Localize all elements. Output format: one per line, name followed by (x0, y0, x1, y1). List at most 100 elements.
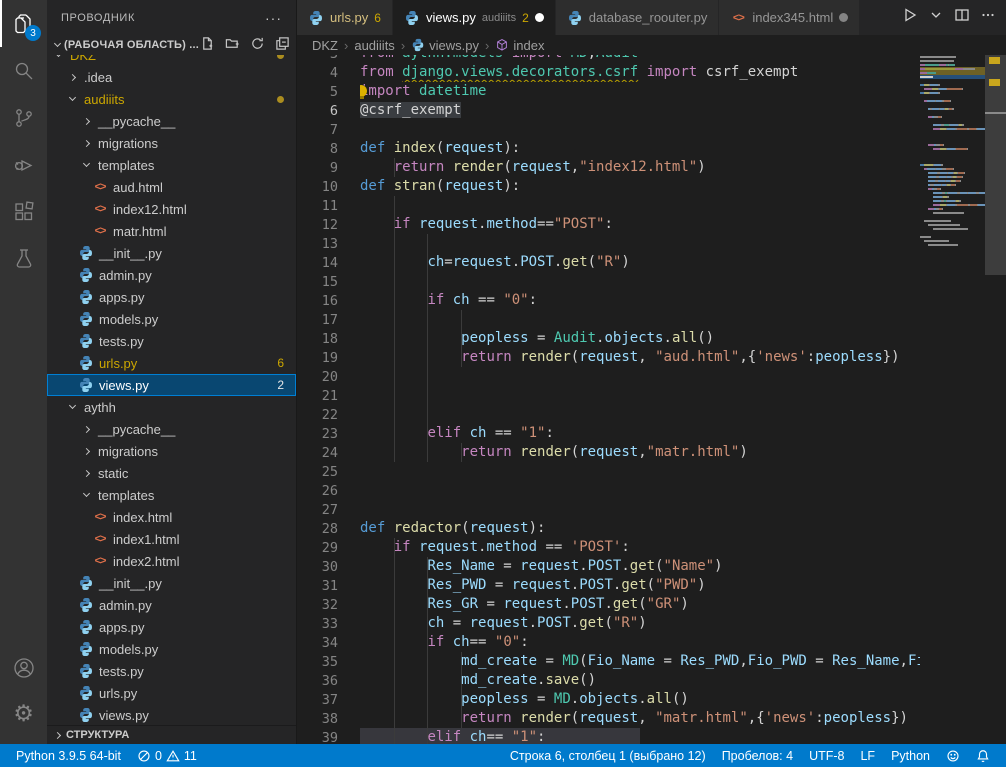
status-indentation[interactable]: Пробелов: 4 (714, 744, 801, 767)
tree-item-label: migrations (98, 136, 158, 151)
activitybar-search-icon[interactable] (0, 47, 47, 94)
code-line: 9 return render(request,"index12.html") (297, 158, 1006, 177)
collapse-all-icon[interactable] (275, 36, 290, 54)
code-line: 11 (297, 196, 1006, 215)
tree-item-apps.py[interactable]: apps.py (47, 286, 296, 308)
folder-status-dot (277, 55, 284, 59)
tree-item-views.py[interactable]: views.py (47, 704, 296, 725)
tab-label: database_roouter.py (589, 10, 708, 25)
status-problems[interactable]: 011 (129, 744, 205, 767)
tree-item-tests.py[interactable]: tests.py (47, 330, 296, 352)
tree-item-static[interactable]: static (47, 462, 296, 484)
explorer-sidebar: ПРОВОДНИК ··· (РАБОЧАЯ ОБЛАСТЬ) ... DKZ.… (47, 0, 297, 744)
run-icon[interactable] (902, 7, 918, 28)
more-icon[interactable] (980, 7, 996, 28)
status-language-mode[interactable]: Python (883, 744, 938, 767)
tree-item-index1.html[interactable]: <>index1.html (47, 528, 296, 550)
status-eol[interactable]: LF (852, 744, 883, 767)
chevron-down-icon (68, 94, 75, 101)
tree-item-audiiits[interactable]: audiiits (47, 88, 296, 110)
tab-index345.html[interactable]: <>index345.html (719, 0, 860, 35)
breadcrumb-item-views.py[interactable]: views.py (411, 38, 479, 53)
refresh-icon[interactable] (250, 36, 265, 54)
python-file-icon (78, 575, 94, 591)
tree-item-tests.py[interactable]: tests.py (47, 660, 296, 682)
tree-item-label: views.py (99, 708, 149, 723)
tree-item-aythh[interactable]: aythh (47, 396, 296, 418)
tree-item-migrations[interactable]: migrations (47, 440, 296, 462)
modified-dot-icon[interactable] (839, 13, 848, 22)
tab-urls.py[interactable]: urls.py6 (297, 0, 393, 35)
html-file-icon: <> (730, 10, 746, 26)
tree-item-label: models.py (99, 642, 158, 657)
tree-item-label: audiiits (84, 92, 124, 107)
vertical-scrollbar[interactable] (985, 55, 1006, 275)
code-line: 30 Res_Name = request.POST.get("Name") (297, 557, 1006, 576)
tree-item-.idea[interactable]: .idea (47, 66, 296, 88)
tree-item-matr.html[interactable]: <>matr.html (47, 220, 296, 242)
chevron-down-icon[interactable] (928, 7, 944, 28)
new-folder-icon[interactable] (225, 36, 240, 54)
workspace-section-header[interactable]: (РАБОЧАЯ ОБЛАСТЬ) ... (47, 35, 296, 55)
tree-item-index.html[interactable]: <>index.html (47, 506, 296, 528)
tab-database_roouter.py[interactable]: database_roouter.py (556, 0, 720, 35)
activitybar-run-debug-icon[interactable] (0, 141, 47, 188)
python-file-icon (78, 663, 94, 679)
tree-item-urls.py[interactable]: urls.py6 (47, 352, 296, 374)
status-encoding[interactable]: UTF-8 (801, 744, 852, 767)
code-line: 33 ch = request.POST.get("R") (297, 614, 1006, 633)
tree-item-apps.py[interactable]: apps.py (47, 616, 296, 638)
activitybar-extensions-icon[interactable] (0, 188, 47, 235)
tree-item-admin.py[interactable]: admin.py (47, 594, 296, 616)
code-line: 8def index(request): (297, 139, 1006, 158)
new-file-icon[interactable] (200, 36, 215, 54)
code-line: 12 if request.method=="POST": (297, 215, 1006, 234)
line-number: 29 (297, 540, 360, 556)
modified-dot-icon[interactable] (535, 13, 544, 22)
status-feedback[interactable] (938, 744, 968, 767)
tree-item-index2.html[interactable]: <>index2.html (47, 550, 296, 572)
breadcrumb-item-index[interactable]: index (495, 38, 544, 53)
status-notifications[interactable] (968, 744, 998, 767)
tree-item-aud.html[interactable]: <>aud.html (47, 176, 296, 198)
activitybar-explorer-icon[interactable]: 3 (0, 0, 47, 47)
status-python-interpreter[interactable]: Python 3.9.5 64-bit (8, 744, 129, 767)
code-editor[interactable]: 3from aythh.models import MD,Audit4from … (297, 55, 1006, 744)
activitybar-testing-icon[interactable] (0, 235, 47, 282)
overview-ruler (985, 55, 1006, 744)
more-actions-icon[interactable]: ··· (265, 10, 282, 26)
activitybar-settings-icon[interactable]: ⚙ (0, 691, 47, 738)
tab-views.py[interactable]: views.pyaudiiits2 (393, 0, 556, 35)
warning-triangle-icon (166, 749, 180, 763)
tree-item-label: migrations (98, 444, 158, 459)
breadcrumb-item-DKZ[interactable]: DKZ (312, 38, 338, 53)
tree-item-admin.py[interactable]: admin.py (47, 264, 296, 286)
tree-item-__pycache__[interactable]: __pycache__ (47, 418, 296, 440)
tree-item-models.py[interactable]: models.py (47, 638, 296, 660)
tree-item-__pycache__[interactable]: __pycache__ (47, 110, 296, 132)
outline-section-header[interactable]: СТРУКТУРА (47, 725, 296, 744)
tree-item-migrations[interactable]: migrations (47, 132, 296, 154)
activitybar-source-control-icon[interactable] (0, 94, 47, 141)
tree-item-models.py[interactable]: models.py (47, 308, 296, 330)
activitybar-account-icon[interactable] (0, 644, 47, 691)
tree-item-DKZ[interactable]: DKZ (47, 55, 296, 66)
split-editor-icon[interactable] (954, 7, 970, 28)
code-line: 14 ch=request.POST.get("R") (297, 253, 1006, 272)
tree-item-label: apps.py (99, 290, 145, 305)
tree-item-views.py[interactable]: views.py2 (47, 374, 296, 396)
tree-item-urls.py[interactable]: urls.py (47, 682, 296, 704)
code-line: 4from django.views.decorators.csrf impor… (297, 63, 1006, 82)
tree-item-templates[interactable]: templates (47, 154, 296, 176)
tree-item-__init__.py[interactable]: __init__.py (47, 242, 296, 264)
minimap[interactable] (920, 55, 985, 744)
tree-item-templates[interactable]: templates (47, 484, 296, 506)
code-line: 19 return render(request, "aud.html",{'n… (297, 348, 1006, 367)
python-file-icon (78, 289, 94, 305)
python-file-icon (78, 685, 94, 701)
status-cursor-position[interactable]: Строка 6, столбец 1 (выбрано 12) (502, 744, 714, 767)
tree-item-index12.html[interactable]: <>index12.html (47, 198, 296, 220)
tree-item-__init__.py[interactable]: __init__.py (47, 572, 296, 594)
breadcrumb-item-audiiits[interactable]: audiiits (354, 38, 394, 53)
activity-bar: 3 ⚙ (0, 0, 47, 744)
